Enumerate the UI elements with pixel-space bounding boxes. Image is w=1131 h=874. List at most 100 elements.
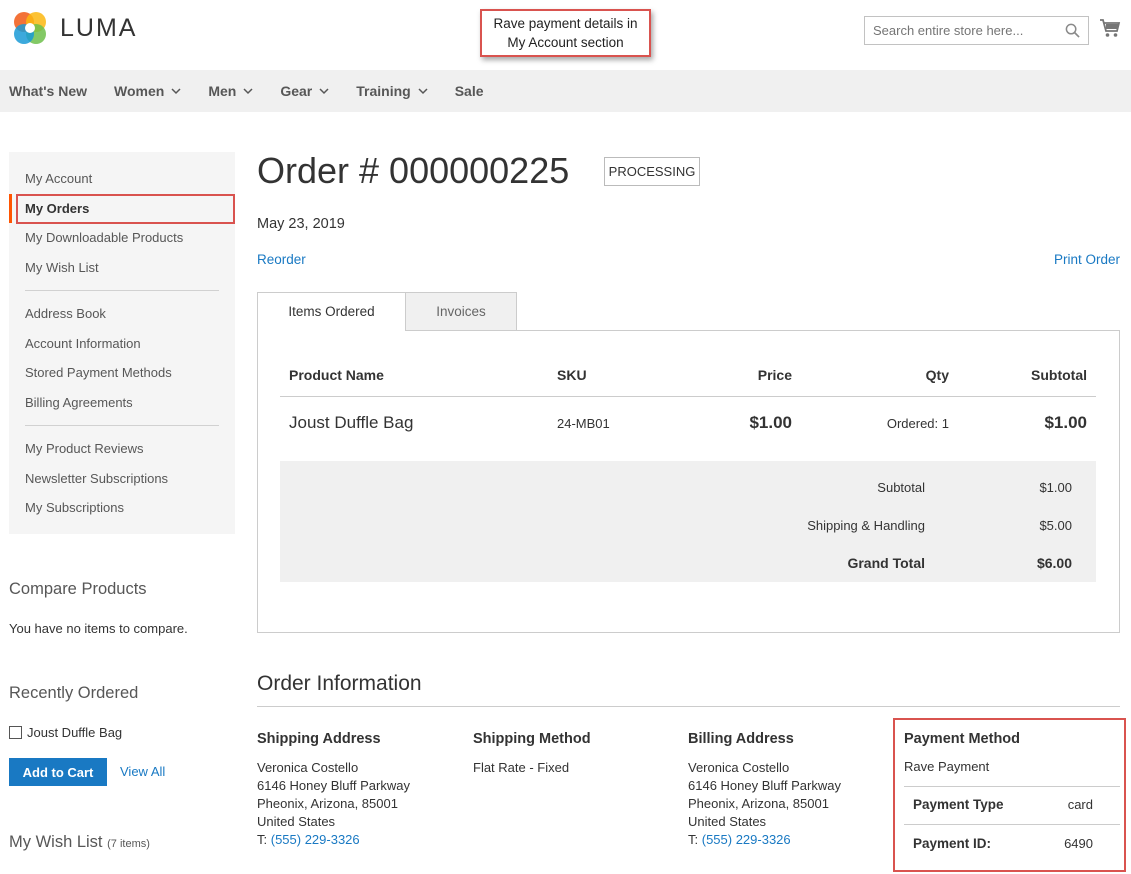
order-information-divider: [257, 706, 1120, 707]
callout-line-2: My Account section: [507, 35, 624, 50]
luma-logo-icon: [14, 12, 46, 44]
recent-item-label[interactable]: Joust Duffle Bag: [27, 725, 122, 740]
shipping-value: $5.00: [1039, 518, 1072, 533]
column-header-qty: Qty: [925, 367, 949, 383]
sidebar-item-address-book[interactable]: Address Book: [9, 299, 235, 329]
order-totals: Subtotal $1.00 Shipping & Handling $5.00…: [280, 461, 1096, 582]
sidebar-item-my-account[interactable]: My Account: [9, 164, 235, 194]
order-date: May 23, 2019: [257, 216, 345, 232]
column-header-price: Price: [757, 367, 792, 383]
highlight-box: [16, 193, 235, 224]
address-street: 6146 Honey Bluff Parkway: [688, 778, 841, 793]
search-box: [864, 16, 1089, 45]
nav-item-sale[interactable]: Sale: [455, 83, 484, 99]
item-subtotal: $1.00: [1044, 413, 1087, 432]
sidebar-divider: [25, 290, 219, 291]
billing-address: Veronica Costello 6146 Honey Bluff Parkw…: [688, 759, 841, 849]
payment-id-value: 6490: [1064, 836, 1093, 851]
sidebar-item-newsletter-subscriptions[interactable]: Newsletter Subscriptions: [9, 464, 235, 494]
reorder-link[interactable]: Reorder: [257, 252, 306, 267]
main-nav: What's New Women Men Gear Training Sale: [0, 70, 1131, 112]
luma-logo[interactable]: LUMA: [10, 8, 137, 48]
search-input[interactable]: [865, 17, 1060, 44]
account-sidebar: My Account My Orders My Downloadable Pro…: [9, 152, 235, 534]
phone-link[interactable]: (555) 229-3326: [271, 832, 360, 847]
payment-divider: [904, 786, 1120, 787]
nav-label: Sale: [454, 83, 484, 99]
sidebar-item-my-orders[interactable]: My Orders: [9, 193, 235, 224]
grand-total-value: $6.00: [1036, 555, 1072, 571]
item-price: $1.00: [749, 413, 792, 432]
recent-item-checkbox[interactable]: [9, 726, 22, 739]
shipping-address-title: Shipping Address: [257, 731, 381, 747]
shipping-method-value: Flat Rate - Fixed: [473, 760, 570, 775]
logo-text: LUMA: [60, 13, 138, 42]
nav-label: Men: [208, 83, 237, 99]
cart-icon[interactable]: [1099, 18, 1121, 38]
nav-label: Training: [356, 83, 411, 99]
nav-item-gear[interactable]: Gear: [280, 83, 329, 99]
chevron-down-icon: [243, 87, 253, 94]
payment-type-label: Payment Type: [913, 797, 1004, 812]
nav-label: What's New: [9, 83, 88, 99]
payment-method-name: Rave Payment: [904, 759, 990, 774]
wish-list-label: My Wish List: [9, 833, 103, 851]
nav-item-training[interactable]: Training: [356, 83, 428, 99]
order-information-title: Order Information: [257, 672, 422, 695]
chevron-down-icon: [319, 87, 329, 94]
sidebar-item-billing-agreements[interactable]: Billing Agreements: [9, 388, 235, 418]
nav-label: Gear: [280, 83, 313, 99]
wish-list-title: My Wish List (7 items): [9, 833, 150, 852]
shipping-method-title: Shipping Method: [473, 731, 591, 747]
payment-divider: [904, 824, 1120, 825]
payment-id-label: Payment ID:: [913, 836, 992, 851]
column-header-product-name: Product Name: [289, 367, 384, 383]
sidebar-item-my-subscriptions[interactable]: My Subscriptions: [9, 493, 235, 523]
shipping-label: Shipping & Handling: [807, 518, 925, 533]
compare-products-title: Compare Products: [9, 580, 147, 598]
phone-prefix: T:: [257, 832, 271, 847]
address-name: Veronica Costello: [688, 760, 790, 775]
payment-type-value: card: [1067, 797, 1093, 812]
billing-address-title: Billing Address: [688, 731, 794, 747]
sidebar-item-wish-list[interactable]: My Wish List: [9, 253, 235, 283]
nav-item-men[interactable]: Men: [208, 83, 253, 99]
address-phone-row: T: (555) 229-3326: [257, 831, 410, 849]
grand-total-label: Grand Total: [847, 555, 925, 571]
subtotal-label: Subtotal: [877, 480, 925, 495]
sidebar-item-account-information[interactable]: Account Information: [9, 329, 235, 359]
address-city: Pheonix, Arizona, 85001: [688, 796, 829, 811]
callout-annotation: Rave payment details in My Account secti…: [480, 9, 651, 57]
tab-invoices[interactable]: Invoices: [405, 292, 517, 331]
chevron-down-icon: [418, 87, 428, 94]
sidebar-item-downloadable-products[interactable]: My Downloadable Products: [9, 223, 235, 253]
phone-prefix: T:: [688, 832, 702, 847]
search-icon[interactable]: [1065, 23, 1080, 38]
nav-item-women[interactable]: Women: [114, 83, 181, 99]
address-name: Veronica Costello: [257, 760, 359, 775]
recently-ordered-title: Recently Ordered: [9, 684, 139, 702]
address-city: Pheonix, Arizona, 85001: [257, 796, 398, 811]
column-header-subtotal: Subtotal: [1031, 367, 1087, 383]
nav-item-whats-new[interactable]: What's New: [9, 83, 87, 99]
tab-items-ordered[interactable]: Items Ordered: [257, 292, 406, 331]
sidebar-item-stored-payment-methods[interactable]: Stored Payment Methods: [9, 358, 235, 388]
status-badge: PROCESSING: [604, 157, 700, 186]
item-qty: Ordered: 1: [886, 416, 949, 431]
print-order-link[interactable]: Print Order: [1054, 252, 1120, 267]
wish-list-count: (7 items): [107, 838, 150, 850]
chevron-down-icon: [171, 87, 181, 94]
address-street: 6146 Honey Bluff Parkway: [257, 778, 410, 793]
compare-empty-text: You have no items to compare.: [9, 621, 188, 636]
table-divider: [280, 396, 1096, 397]
shipping-address: Veronica Costello 6146 Honey Bluff Parkw…: [257, 759, 410, 849]
phone-link[interactable]: (555) 229-3326: [702, 832, 791, 847]
sidebar-item-product-reviews[interactable]: My Product Reviews: [9, 434, 235, 464]
view-all-link[interactable]: View All: [120, 764, 165, 779]
add-to-cart-button[interactable]: Add to Cart: [9, 758, 107, 786]
page-title: Order # 000000225: [257, 150, 570, 191]
item-product-name: Joust Duffle Bag: [289, 413, 414, 432]
column-header-sku: SKU: [557, 367, 587, 383]
payment-method-title: Payment Method: [904, 731, 1021, 747]
address-country: United States: [257, 814, 336, 829]
